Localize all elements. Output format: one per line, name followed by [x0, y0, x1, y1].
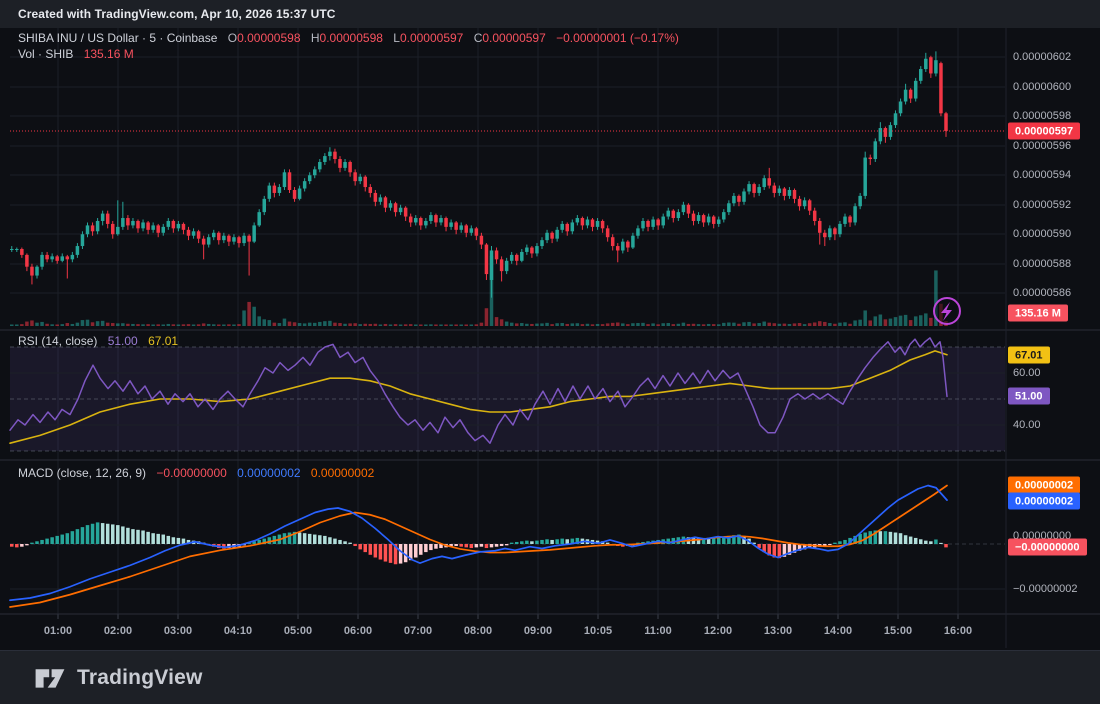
tradingview-logo-icon[interactable]: [34, 665, 66, 691]
boost-lightning-icon[interactable]: [934, 298, 960, 324]
chart-plot-area[interactable]: [0, 0, 1100, 704]
tradingview-chart-screenshot: Created with TradingView.com, Apr 10, 20…: [0, 0, 1100, 704]
tradingview-logo-text: TradingView: [77, 666, 203, 690]
footer-bar: TradingView: [0, 650, 1100, 704]
